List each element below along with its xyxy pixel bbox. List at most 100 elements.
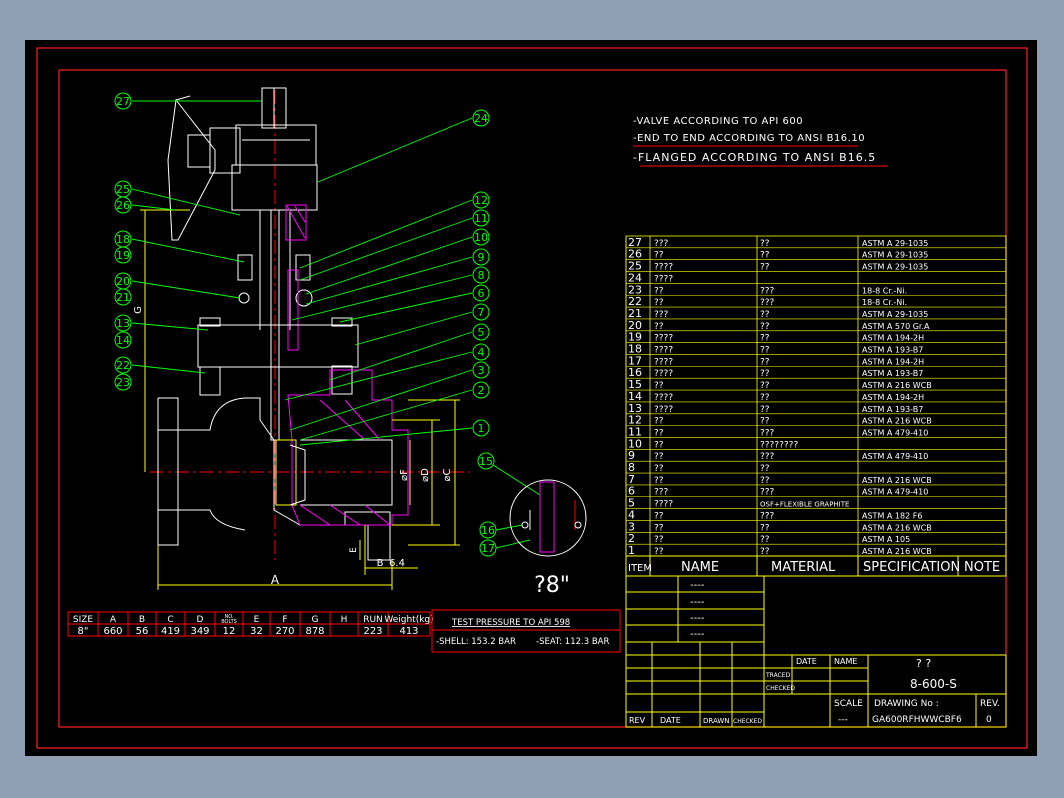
dim-table-header: BOLTS bbox=[221, 619, 237, 625]
bom-spec: ASTM A 193-B7 bbox=[862, 405, 923, 414]
bom-material: ??? bbox=[760, 488, 775, 498]
bom-material: ?? bbox=[760, 310, 770, 320]
tb-drawing-no: GA600RFHWWCBF6 bbox=[872, 715, 962, 725]
dim-label-B: B bbox=[377, 558, 384, 569]
balloon-label-16: 16 bbox=[481, 524, 495, 537]
bom-name: ?? bbox=[654, 535, 664, 545]
bom-name: ???? bbox=[654, 346, 673, 356]
bom-name: ?? bbox=[654, 440, 664, 450]
bom-name: ???? bbox=[654, 357, 673, 367]
bom-material: ?? bbox=[760, 523, 770, 533]
balloon-label-13: 13 bbox=[116, 317, 130, 330]
bom-spec: ASTM A 194-2H bbox=[862, 357, 924, 366]
bom-spec: ASTM A 194-2H bbox=[862, 393, 924, 402]
bom-spec: ASTM A 479-410 bbox=[862, 452, 928, 461]
dim-table-cell: 413 bbox=[399, 626, 418, 637]
bom-material: ?? bbox=[760, 381, 770, 391]
balloon-label-26: 26 bbox=[116, 199, 130, 212]
test-pressure-shell: -SHELL: 153.2 BAR bbox=[436, 637, 516, 647]
bom-name: ?? bbox=[654, 286, 664, 296]
dim-label-D: ⌀D bbox=[420, 468, 431, 482]
dim-table-header: A bbox=[110, 615, 117, 625]
bom-material: ?? bbox=[760, 417, 770, 427]
bom-material: ?? bbox=[760, 334, 770, 344]
balloon-label-9: 9 bbox=[478, 251, 485, 264]
bom-material: ?? bbox=[760, 346, 770, 356]
dim-label-C: ⌀C bbox=[442, 468, 453, 481]
tb-traced: TRACED bbox=[765, 672, 791, 679]
note-3: -FLANGED ACCORDING TO ANSI B16.5 bbox=[633, 151, 876, 164]
rev-col-rev: REV bbox=[629, 716, 646, 725]
bom-material: OSF+FLEXIBLE GRAPHITE bbox=[760, 501, 849, 509]
cad-drawing-canvas: 2725261819202113142223241211109867543211… bbox=[25, 40, 1037, 756]
bom-spec: ASTM A 29-1035 bbox=[862, 263, 928, 272]
test-pressure-seat: -SEAT: 112.3 BAR bbox=[536, 637, 609, 647]
bom-name: ?? bbox=[654, 251, 664, 261]
dim-table-header: G bbox=[312, 615, 319, 625]
bom-spec: ASTM A 570 Gr.A bbox=[862, 322, 930, 331]
bom-name: ???? bbox=[654, 263, 673, 273]
balloon-label-8: 8 bbox=[478, 269, 485, 282]
bom-spec: ASTM A 194-2H bbox=[862, 334, 924, 343]
bom-spec: ASTM A 479-410 bbox=[862, 488, 928, 497]
dim-table-cell: 8" bbox=[78, 626, 89, 637]
balloon-label-6: 6 bbox=[478, 287, 485, 300]
dim-table-header: D bbox=[197, 615, 204, 625]
rev-row-2: ---- bbox=[690, 597, 705, 608]
bom-spec: 18-8 Cr.-Ni. bbox=[862, 286, 907, 295]
balloon-label-17: 17 bbox=[481, 542, 495, 555]
dim-table-cell: 419 bbox=[161, 626, 180, 637]
bom-spec: ASTM A 29-1035 bbox=[862, 251, 928, 260]
dim-table-cell: 223 bbox=[363, 626, 382, 637]
bom-spec: ASTM A 216 WCB bbox=[862, 381, 932, 390]
bom-name: ?? bbox=[654, 417, 664, 427]
bom-spec: ASTM A 216 WCB bbox=[862, 523, 932, 532]
tb-scale-label: SCALE bbox=[834, 699, 863, 709]
dim-table-header: H bbox=[341, 615, 348, 625]
dim-table-cell: 660 bbox=[103, 626, 122, 637]
bom-material: ?? bbox=[760, 263, 770, 273]
balloon-label-7: 7 bbox=[478, 306, 485, 319]
dim-label-size_mark: ?8" bbox=[534, 573, 570, 598]
bom-spec: ASTM A 105 bbox=[862, 535, 910, 544]
rev-col-drawn: DRAWN bbox=[703, 717, 730, 725]
balloon-label-21: 21 bbox=[116, 291, 130, 304]
bom-header-item: ITEM bbox=[628, 563, 652, 574]
bom-name: ???? bbox=[654, 405, 673, 415]
dim-table-cell: 349 bbox=[190, 626, 209, 637]
tb-date-label: DATE bbox=[796, 657, 817, 666]
bom-material: ?? bbox=[760, 369, 770, 379]
dim-table-header: RUN bbox=[363, 615, 383, 625]
bom-name: ?? bbox=[654, 381, 664, 391]
bom-header-material: MATERIAL bbox=[771, 560, 836, 575]
dim-label-E: E bbox=[349, 547, 359, 553]
bom-name: ?? bbox=[654, 523, 664, 533]
bom-name: ?? bbox=[654, 464, 664, 474]
balloon-label-25: 25 bbox=[116, 183, 130, 196]
dim-table-header: C bbox=[167, 615, 173, 625]
dim-table-header: F bbox=[282, 615, 287, 625]
bom-name: ?? bbox=[654, 298, 664, 308]
bom-header-spec: SPECIFICATION bbox=[863, 560, 960, 575]
bom-item: 1 bbox=[628, 544, 635, 557]
bom-material: ??? bbox=[760, 511, 775, 521]
bom-name: ???? bbox=[654, 369, 673, 379]
dim-label-G: G bbox=[133, 306, 144, 314]
bom-name: ???? bbox=[654, 393, 673, 403]
tb-scale-value: --- bbox=[838, 715, 848, 725]
bom-spec: ASTM A 216 WCB bbox=[862, 547, 932, 556]
rev-col-date: DATE bbox=[660, 716, 681, 725]
dim-table-header: E bbox=[254, 615, 260, 625]
tb-name-label: NAME bbox=[834, 657, 857, 666]
bom-name: ???? bbox=[654, 274, 673, 284]
dim-label-A: A bbox=[271, 573, 280, 587]
dim-table-cell: 32 bbox=[250, 626, 263, 637]
test-pressure-title: TEST PRESSURE TO API 598 bbox=[451, 618, 570, 628]
bom-header-note: NOTE bbox=[964, 560, 1000, 575]
dim-table-cell: 270 bbox=[275, 626, 294, 637]
bom-spec: ASTM A 182 F6 bbox=[862, 511, 922, 520]
bom-name: ?? bbox=[654, 322, 664, 332]
dim-table-cell: 878 bbox=[305, 626, 324, 637]
bom-material: ?? bbox=[760, 357, 770, 367]
tb-model: 8-600-S bbox=[910, 677, 957, 691]
